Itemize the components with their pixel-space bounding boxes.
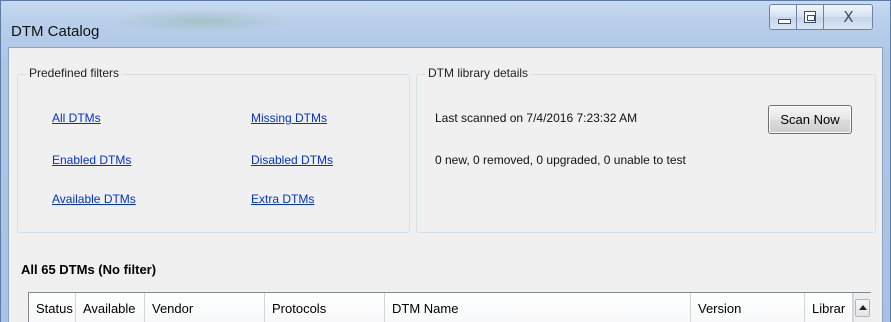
minimize-icon xyxy=(778,19,791,24)
vertical-scrollbar[interactable] xyxy=(853,293,871,322)
dtm-library-details-title: DTM library details xyxy=(425,66,532,80)
scan-summary-text: 0 new, 0 removed, 0 upgraded, 0 unable t… xyxy=(435,153,686,167)
column-header-dtm-name[interactable]: DTM Name xyxy=(385,293,691,322)
predefined-filters-group: Predefined filters All DTMs Enabled DTMs… xyxy=(17,66,410,233)
filter-link-all[interactable]: All DTMs xyxy=(52,111,101,125)
title-bar[interactable]: DTM Catalog X xyxy=(1,1,890,47)
column-header-status[interactable]: Status xyxy=(29,293,76,322)
title-bar-reflection xyxy=(111,9,291,33)
last-scanned-text: Last scanned on 7/4/2016 7:23:32 AM xyxy=(435,111,638,125)
maximize-button[interactable] xyxy=(797,4,824,30)
filter-link-enabled[interactable]: Enabled DTMs xyxy=(52,153,131,167)
window-title: DTM Catalog xyxy=(11,23,100,40)
scroll-up-arrow-icon[interactable] xyxy=(855,299,870,317)
dtm-grid-header: Status Available Vendor Protocols DTM Na… xyxy=(28,292,871,322)
dtm-list-heading: All 65 DTMs (No filter) xyxy=(21,262,157,277)
predefined-filters-title: Predefined filters xyxy=(26,66,123,80)
filter-link-available[interactable]: Available DTMs xyxy=(52,192,136,206)
maximize-icon xyxy=(804,11,816,23)
dtm-catalog-window: DTM Catalog X Predefined filters All DTM… xyxy=(0,0,891,322)
scan-now-button[interactable]: Scan Now xyxy=(768,105,852,134)
column-header-library[interactable]: Librar xyxy=(805,293,853,322)
column-header-vendor[interactable]: Vendor xyxy=(145,293,265,322)
column-header-available[interactable]: Available xyxy=(76,293,145,322)
client-area: Predefined filters All DTMs Enabled DTMs… xyxy=(8,47,883,322)
minimize-button[interactable] xyxy=(769,4,797,30)
filter-link-disabled[interactable]: Disabled DTMs xyxy=(251,153,333,167)
filter-link-missing[interactable]: Missing DTMs xyxy=(251,111,327,125)
close-button[interactable]: X xyxy=(824,4,873,30)
column-header-protocols[interactable]: Protocols xyxy=(265,293,385,322)
filter-link-extra[interactable]: Extra DTMs xyxy=(251,192,314,206)
close-icon: X xyxy=(843,8,854,26)
column-header-version[interactable]: Version xyxy=(691,293,805,322)
dtm-library-details-group: DTM library details Last scanned on 7/4/… xyxy=(416,66,876,233)
